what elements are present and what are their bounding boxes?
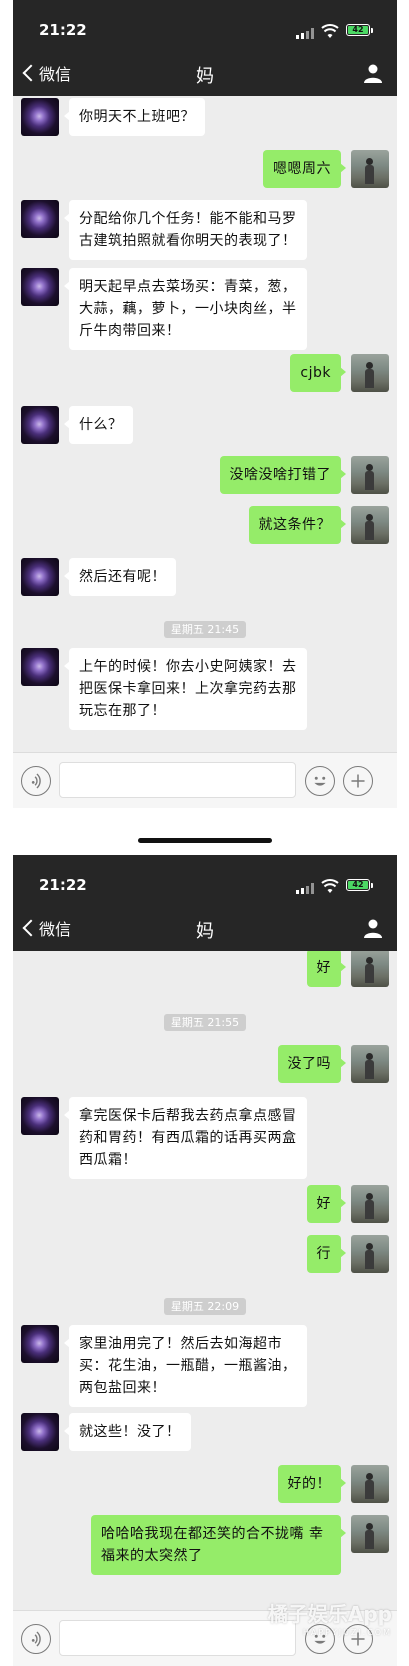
mom-avatar[interactable] — [21, 1097, 59, 1135]
time-divider-label: 星期五 21:45 — [163, 621, 247, 638]
home-indicator[interactable] — [138, 838, 272, 843]
mom-avatar[interactable] — [21, 648, 59, 686]
plus-icon[interactable] — [343, 766, 373, 796]
home-indicator-area — [13, 808, 397, 855]
nav-bar: 微信 妈 — [13, 905, 397, 951]
message-bubble[interactable]: 行 — [306, 1235, 346, 1273]
back-label: 微信 — [39, 65, 72, 84]
mom-avatar[interactable] — [21, 200, 59, 238]
chat-screen-1: 21:22 42 微信 妈 你明天不上班吧？ 嗯嗯周六 分配给你几个任务！能不能… — [13, 0, 397, 808]
input-bar — [13, 1610, 397, 1666]
wifi-icon — [321, 879, 339, 893]
message-bubble[interactable]: 家里油用完了！然后去如海超市买：花生油，一瓶醋，一瓶酱油，两包盐回来！ — [64, 1325, 307, 1407]
status-bar: 21:22 42 — [13, 855, 397, 905]
emoji-icon[interactable] — [305, 1624, 335, 1654]
my-avatar[interactable] — [351, 150, 389, 188]
chevron-left-icon — [22, 64, 40, 82]
message-bubble[interactable]: 拿完医保卡后帮我去药点拿点感冒药和胃药！有西瓜霜的话再买两盒西瓜霜！ — [64, 1097, 307, 1179]
battery-level: 42 — [348, 881, 368, 889]
time-divider-label: 星期五 21:55 — [163, 1014, 247, 1031]
battery-icon: 42 — [346, 24, 373, 36]
chat-screen-2: 21:22 42 微信 妈 好 星期五 21:55 没了吗 拿完医保卡后帮我去药… — [13, 855, 397, 1666]
my-avatar[interactable] — [351, 1235, 389, 1273]
plus-icon[interactable] — [343, 1624, 373, 1654]
contact-info-icon[interactable] — [363, 63, 383, 83]
status-time: 21:22 — [39, 21, 87, 39]
status-time: 21:22 — [39, 876, 87, 894]
back-button[interactable]: 微信 — [19, 905, 71, 951]
mom-avatar[interactable] — [21, 406, 59, 444]
message-bubble[interactable]: 上午的时候！你去小史阿姨家！去把医保卡拿回来！上次拿完药去那玩忘在那了！ — [64, 648, 307, 730]
my-avatar[interactable] — [351, 1465, 389, 1503]
nav-bar: 微信 妈 — [13, 50, 397, 96]
status-bar: 21:22 42 — [13, 0, 397, 50]
message-bubble[interactable]: 什么？ — [64, 406, 133, 444]
message-bubble[interactable]: 然后还有呢！ — [64, 558, 176, 596]
voice-icon[interactable] — [21, 1624, 51, 1654]
input-bar — [13, 752, 397, 808]
time-divider: 星期五 22:09 — [13, 1295, 397, 1315]
battery-icon: 42 — [346, 879, 373, 891]
mom-avatar[interactable] — [21, 98, 59, 136]
signal-icon — [296, 883, 318, 894]
mom-avatar[interactable] — [21, 268, 59, 306]
voice-icon[interactable] — [21, 766, 51, 796]
message-input[interactable] — [59, 762, 296, 798]
message-bubble[interactable]: 你明天不上班吧？ — [64, 98, 205, 136]
my-avatar[interactable] — [351, 1515, 389, 1553]
signal-icon — [296, 28, 318, 39]
chevron-left-icon — [22, 919, 40, 937]
message-bubble[interactable]: 没了吗 — [277, 1045, 346, 1083]
mom-avatar[interactable] — [21, 1413, 59, 1451]
my-avatar[interactable] — [351, 951, 389, 987]
message-list[interactable]: 你明天不上班吧？ 嗯嗯周六 分配给你几个任务！能不能和马罗古建筑拍照就看你明天的… — [13, 96, 397, 752]
my-avatar[interactable] — [351, 456, 389, 494]
message-bubble[interactable]: cjbk — [290, 354, 346, 392]
wifi-icon — [321, 24, 339, 38]
message-list[interactable]: 好 星期五 21:55 没了吗 拿完医保卡后帮我去药点拿点感冒药和胃药！有西瓜霜… — [13, 951, 397, 1610]
mom-avatar[interactable] — [21, 558, 59, 596]
my-avatar[interactable] — [351, 354, 389, 392]
message-bubble[interactable]: 没啥没啥打错了 — [219, 456, 346, 494]
my-avatar[interactable] — [351, 1185, 389, 1223]
message-bubble[interactable]: 好的！ — [277, 1465, 346, 1503]
message-bubble[interactable]: 嗯嗯周六 — [263, 150, 346, 188]
message-bubble[interactable]: 分配给你几个任务！能不能和马罗古建筑拍照就看你明天的表现了！ — [64, 200, 307, 260]
time-divider: 星期五 21:45 — [13, 618, 397, 638]
battery-level: 42 — [348, 26, 368, 34]
mom-avatar[interactable] — [21, 1325, 59, 1363]
message-bubble[interactable]: 好 — [306, 1185, 346, 1223]
back-label: 微信 — [39, 920, 72, 939]
message-input[interactable] — [59, 1620, 296, 1656]
message-bubble[interactable]: 好 — [306, 951, 346, 987]
my-avatar[interactable] — [351, 1045, 389, 1083]
emoji-icon[interactable] — [305, 766, 335, 796]
message-bubble[interactable]: 就这条件？ — [248, 506, 346, 544]
my-avatar[interactable] — [351, 506, 389, 544]
message-bubble[interactable]: 就这些！没了！ — [64, 1413, 191, 1451]
time-divider-label: 星期五 22:09 — [163, 1298, 247, 1315]
back-button[interactable]: 微信 — [19, 50, 71, 96]
contact-info-icon[interactable] — [363, 918, 383, 938]
time-divider: 星期五 21:55 — [13, 1011, 397, 1031]
message-bubble[interactable]: 明天起早点去菜场买：青菜，葱，大蒜，藕，萝卜，一小块肉丝，半斤牛肉带回来！ — [64, 268, 307, 350]
message-bubble[interactable]: 哈哈哈我现在都还笑的合不拢嘴 幸福来的太突然了 — [91, 1515, 346, 1575]
